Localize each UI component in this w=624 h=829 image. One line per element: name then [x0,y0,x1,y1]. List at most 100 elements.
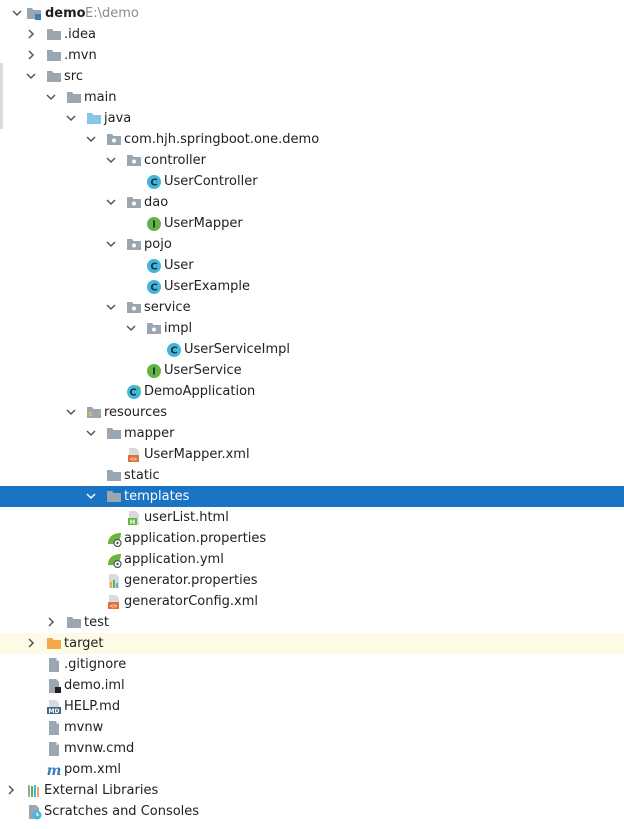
tree-item-file-pom-xml[interactable]: m pom.xml [0,759,624,780]
tree-item-file-generator-properties[interactable]: generator.properties [0,570,624,591]
tree-item-package-pojo[interactable]: pojo [0,234,624,255]
chevron-down-icon[interactable] [104,297,118,318]
tree-item-class-usercontroller[interactable]: C UserController [0,171,624,192]
chevron-down-icon[interactable] [84,486,98,507]
tree-item-folder-mapper[interactable]: mapper [0,423,624,444]
tree-item-label: UserExample [164,279,251,294]
folder-icon [106,465,122,486]
svg-text:C: C [170,346,177,357]
tree-item-folder-idea[interactable]: .idea [0,24,624,45]
tree-item-label: pom.xml [64,762,121,777]
tree-item-folder-main[interactable]: main [0,87,624,108]
svg-text:H: H [130,518,135,526]
svg-text:<>: <> [130,456,138,463]
chevron-right-icon[interactable] [24,45,38,66]
chevron-down-icon[interactable] [84,129,98,150]
tree-item-folder-src[interactable]: src [0,66,624,87]
tree-root-demo[interactable]: demo E:\demo [0,3,624,24]
tree-item-interface-userservice[interactable]: I UserService [0,360,624,381]
chevron-down-icon[interactable] [44,87,58,108]
svg-text:m: m [47,763,62,778]
tree-item-class-userserviceimpl[interactable]: C UserServiceImpl [0,339,624,360]
tree-item-folder-static[interactable]: static [0,465,624,486]
folder-icon [46,66,62,87]
svg-text:C: C [150,178,157,189]
tree-item-package-impl[interactable]: impl [0,318,624,339]
tree-item-label: target [64,636,104,651]
tree-item-label: generator.properties [124,573,258,588]
tree-item-file-userlist-html[interactable]: HuserList.html [0,507,624,528]
tree-item-class-user[interactable]: C User [0,255,624,276]
tree-item-folder-target[interactable]: target [0,633,624,654]
tree-item-label: UserMapper.xml [144,447,250,462]
chevron-right-icon[interactable] [44,612,58,633]
chevron-down-icon[interactable] [10,3,24,24]
tree-item-label: User [164,258,194,273]
tree-item-label: resources [104,405,168,420]
interface-icon: I [146,360,162,381]
spring-boot-class-icon: C [126,381,142,402]
tree-item-file-mvnw[interactable]: mvnw [0,717,624,738]
tree-item-folder-resources[interactable]: resources [0,402,624,423]
tree-item-label: mapper [124,426,175,441]
tree-item-package-demo[interactable]: com.hjh.springboot.one.demo [0,129,624,150]
tree-item-label: application.properties [124,531,267,546]
tree-item-label: generatorConfig.xml [124,594,259,609]
chevron-down-icon[interactable] [24,66,38,87]
chevron-down-icon[interactable] [64,402,78,423]
folder-icon [46,45,62,66]
chevron-down-icon[interactable] [104,192,118,213]
chevron-right-icon[interactable] [24,633,38,654]
chevron-right-icon[interactable] [24,24,38,45]
chevron-down-icon[interactable] [104,234,118,255]
tree-item-label: .gitignore [64,657,127,672]
tree-item-folder-test[interactable]: test [0,612,624,633]
chevron-down-icon[interactable] [124,318,138,339]
tree-item-interface-usermapper[interactable]: I UserMapper [0,213,624,234]
tree-item-folder-mvn[interactable]: .mvn [0,45,624,66]
tree-item-external-libraries[interactable]: External Libraries [0,780,624,801]
package-icon [146,318,162,339]
tree-item-file-usermapper-xml[interactable]: <> UserMapper.xml [0,444,624,465]
tree-item-file-application-yml[interactable]: application.yml [0,549,624,570]
tree-item-label: .idea [64,27,96,42]
folder-icon [106,486,122,507]
interface-icon: I [146,213,162,234]
root-path-hint: E:\demo [85,6,139,21]
class-icon: C [146,171,162,192]
tree-item-package-service[interactable]: service [0,297,624,318]
tree-item-file-demo-iml[interactable]: demo.iml [0,675,624,696]
tree-item-label: UserController [164,174,258,189]
tree-item-file-mvnw-cmd[interactable]: mvnw.cmd [0,738,624,759]
tree-item-file-help-md[interactable]: MD HELP.md [0,696,624,717]
chevron-down-icon[interactable] [84,423,98,444]
package-icon [106,129,122,150]
package-icon [126,150,142,171]
tree-item-package-dao[interactable]: dao [0,192,624,213]
tree-item-label: Scratches and Consoles [44,804,200,819]
class-icon: C [146,255,162,276]
chevron-down-icon[interactable] [104,150,118,171]
svg-text:I: I [152,367,156,378]
tree-item-label: .mvn [64,48,97,63]
tree-item-folder-templates[interactable]: templates [0,486,624,507]
tree-item-package-controller[interactable]: controller [0,150,624,171]
tree-item-class-userexample[interactable]: C UserExample [0,276,624,297]
text-file-icon [46,717,62,738]
tree-item-file-application-properties[interactable]: application.properties [0,528,624,549]
module-folder-icon [26,3,42,24]
chevron-right-icon[interactable] [4,780,18,801]
tree-item-file-gitignore[interactable]: .gitignore [0,654,624,675]
tree-item-file-generatorconfig-xml[interactable]: <> generatorConfig.xml [0,591,624,612]
tree-item-class-demoapplication[interactable]: C DemoApplication [0,381,624,402]
properties-file-icon [106,570,122,591]
svg-text:C: C [129,388,136,399]
svg-text:C: C [150,262,157,273]
chevron-down-icon[interactable] [64,108,78,129]
tree-item-folder-java[interactable]: java [0,108,624,129]
svg-text:<>: <> [110,603,118,610]
tree-item-label: HELP.md [64,699,121,714]
class-icon: C [166,339,182,360]
tree-item-scratches-and-consoles[interactable]: Scratches and Consoles [0,801,624,822]
tree-item-label: dao [144,195,169,210]
